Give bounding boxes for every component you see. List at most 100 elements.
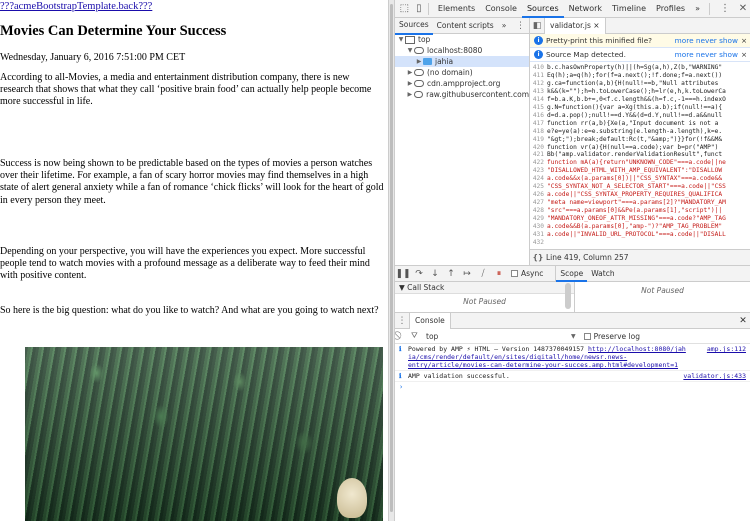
context-selector[interactable]: top <box>426 332 438 341</box>
code-line[interactable]: 428 "src"===a.params[0]&&Pe(a.params[1],"… <box>530 207 750 215</box>
checkbox-box[interactable] <box>583 332 591 340</box>
line-number[interactable]: 415 <box>530 104 547 112</box>
line-number[interactable]: 414 <box>530 96 547 104</box>
tab-sources-sub[interactable]: Sources <box>395 17 433 35</box>
line-number[interactable]: 421 <box>530 151 547 159</box>
code-line[interactable]: 410 b.c.hasOwnProperty(h)||(h=Sg(a,h),Z(b… <box>530 64 750 72</box>
code-line[interactable]: 420 function vr(a){H(null==a.code);var b=… <box>530 144 750 152</box>
infobar-more-link[interactable]: more <box>675 36 694 45</box>
devtools-close-icon[interactable]: ✕ <box>736 2 750 16</box>
pause-on-exceptions-icon[interactable]: ⏸ <box>491 266 507 282</box>
code-line[interactable]: 430 a.code&&B(a.params[0],"amp-")?"AMP_TA… <box>530 223 750 231</box>
tab-elements[interactable]: Elements <box>433 0 480 18</box>
expanded-arrow-icon[interactable]: ▼ <box>397 34 405 45</box>
code-line[interactable]: 411 Eq(h);a=q(h);for(f=a.next();!f.done;f… <box>530 72 750 80</box>
code-line[interactable]: 414 f=b.a.K,b.b+=,0<f.c.length&&(h=f.c,-1… <box>530 96 750 104</box>
code-line[interactable]: 421 Bb("amp.validator.renderValidationRes… <box>530 151 750 159</box>
code-line[interactable]: 413 k&&(k="");h=h.toLowerCase();h=lr(e,h,… <box>530 88 750 96</box>
line-number[interactable]: 412 <box>530 80 547 88</box>
tree-item[interactable]: ▶ jahia <box>395 56 529 67</box>
expanded-arrow-icon[interactable]: ▼ <box>406 45 414 56</box>
drawer-close-icon[interactable]: ✕ <box>736 316 750 326</box>
code-line[interactable]: 416 d=d.a.pop();null!==d.Y&&(d=d.Y,null!=… <box>530 112 750 120</box>
line-number[interactable]: 428 <box>530 207 547 215</box>
line-number[interactable]: 425 <box>530 183 547 191</box>
file-tab-close-icon[interactable]: × <box>593 21 599 30</box>
more-tabs-button[interactable]: » <box>690 0 705 18</box>
tab-console[interactable]: Console <box>480 0 522 18</box>
line-number[interactable]: 432 <box>530 239 547 247</box>
code-line[interactable]: 417 function rr(a,b){Xe(a,"Input document… <box>530 120 750 128</box>
tree-item[interactable]: ▶ cdn.ampproject.org <box>395 78 529 89</box>
console-prompt[interactable]: › <box>395 382 750 392</box>
code-line[interactable]: 431 a.code||"INVALID_URL_PROTOCOL"===a.co… <box>530 231 750 239</box>
code-line[interactable]: 422 function mA(a){return"UNKNOWN_CODE"==… <box>530 159 750 167</box>
infobar-never-show-link[interactable]: never show <box>696 36 738 45</box>
preserve-log-checkbox[interactable]: Preserve log <box>583 332 640 341</box>
code-line[interactable]: 424 a.code&&x(a.params[0])||"CSS_SYNTAX"=… <box>530 175 750 183</box>
devtools-menu-icon[interactable]: ⋮ <box>718 2 732 16</box>
tree-item[interactable]: ▼ top <box>395 34 529 45</box>
line-number[interactable]: 429 <box>530 215 547 223</box>
code-line[interactable]: 427 "meta name=viewport"===a.params[2]?"M… <box>530 199 750 207</box>
line-number[interactable]: 422 <box>530 159 547 167</box>
infobar-more-link[interactable]: more <box>675 50 694 59</box>
code-line[interactable]: 419 "&gt;");break;default:Rc(t,"&amp;")}}… <box>530 136 750 144</box>
code-line[interactable]: 429 "MANDATORY_ONEOF_ATTR_MISSING"===a.co… <box>530 215 750 223</box>
message-source-link[interactable]: validator.js:433 <box>683 372 746 380</box>
debugger-scrollbar[interactable] <box>565 283 571 309</box>
line-number[interactable]: 431 <box>530 231 547 239</box>
code-area[interactable]: 410 b.c.hasOwnProperty(h)||(h=Sg(a,h),Z(b… <box>530 64 750 249</box>
page-scrollbar[interactable] <box>388 0 395 521</box>
tab-timeline[interactable]: Timeline <box>607 0 651 18</box>
message-source-link[interactable]: amp.js:112 <box>707 345 746 369</box>
tab-scope[interactable]: Scope <box>556 265 588 282</box>
pause-icon[interactable]: ❚❚ <box>395 266 411 282</box>
navigator-more-button[interactable]: » <box>498 18 511 34</box>
filter-icon[interactable]: ⛛ <box>411 331 423 341</box>
tree-item[interactable]: ▼ localhost:8080 <box>395 45 529 56</box>
tab-watch[interactable]: Watch <box>587 265 618 282</box>
tab-network[interactable]: Network <box>564 0 607 18</box>
line-number[interactable]: 418 <box>530 128 547 136</box>
chevron-down-icon[interactable]: ▼ <box>571 333 576 340</box>
infobar-close-icon[interactable]: × <box>738 50 750 59</box>
step-out-icon[interactable]: ↑ <box>443 266 459 282</box>
file-tab-validator[interactable]: validator.js × <box>544 18 606 34</box>
collapsed-arrow-icon[interactable]: ▶ <box>406 67 414 78</box>
tab-console-drawer[interactable]: Console <box>409 312 451 329</box>
line-number[interactable]: 430 <box>530 223 547 231</box>
tab-sources[interactable]: Sources <box>521 0 564 18</box>
code-line[interactable]: 432 <box>530 239 750 247</box>
code-line[interactable]: 426 a.code||"CSS_SYNTAX_PROPERTY_REQUIRES… <box>530 191 750 199</box>
toggle-navigator-icon[interactable]: ◧ <box>530 19 544 33</box>
line-number[interactable]: 410 <box>530 64 547 72</box>
call-stack-header[interactable]: ▼ Call Stack <box>395 282 574 294</box>
code-line[interactable]: 423 "DISALLOWED_HTML_WITH_AMP_EQUIVALENT"… <box>530 167 750 175</box>
checkbox-box[interactable] <box>511 270 518 277</box>
line-number[interactable]: 424 <box>530 175 547 183</box>
step-icon[interactable]: ↦ <box>459 266 475 282</box>
collapsed-arrow-icon[interactable]: ▶ <box>406 78 414 89</box>
step-into-icon[interactable]: ↓ <box>427 266 443 282</box>
tree-item[interactable]: ▶ raw.githubusercontent.com <box>395 89 529 100</box>
step-over-icon[interactable]: ↷ <box>411 266 427 282</box>
code-line[interactable]: 412 g.ca=function(a,b){H(null!==b,"Null a… <box>530 80 750 88</box>
navigator-menu-icon[interactable]: ⋮ <box>516 21 525 31</box>
code-line[interactable]: 418 e?e=ye(a):e=e.substring(e.length-a.le… <box>530 128 750 136</box>
inspect-element-icon[interactable]: ⬚ <box>399 2 410 16</box>
scrollbar-thumb[interactable] <box>390 4 393 512</box>
template-back-link[interactable]: ???acmeBootstrapTemplate.back??? <box>0 1 152 12</box>
line-number[interactable]: 417 <box>530 120 547 128</box>
infobar-close-icon[interactable]: × <box>738 36 750 45</box>
clear-console-icon[interactable]: ⃠ <box>399 331 411 341</box>
line-number[interactable]: 413 <box>530 88 547 96</box>
line-number[interactable]: 419 <box>530 136 547 144</box>
collapsed-arrow-icon[interactable]: ▶ <box>406 89 414 100</box>
line-number[interactable]: 411 <box>530 72 547 80</box>
line-number[interactable]: 416 <box>530 112 547 120</box>
code-line[interactable]: 415 g.N=function(){var a=Xg(this.a.b);if(… <box>530 104 750 112</box>
deactivate-breakpoints-icon[interactable]: ⧸ <box>475 266 491 282</box>
drawer-menu-icon[interactable]: ⋮ <box>395 316 409 326</box>
pretty-print-button[interactable]: {} <box>530 253 546 262</box>
